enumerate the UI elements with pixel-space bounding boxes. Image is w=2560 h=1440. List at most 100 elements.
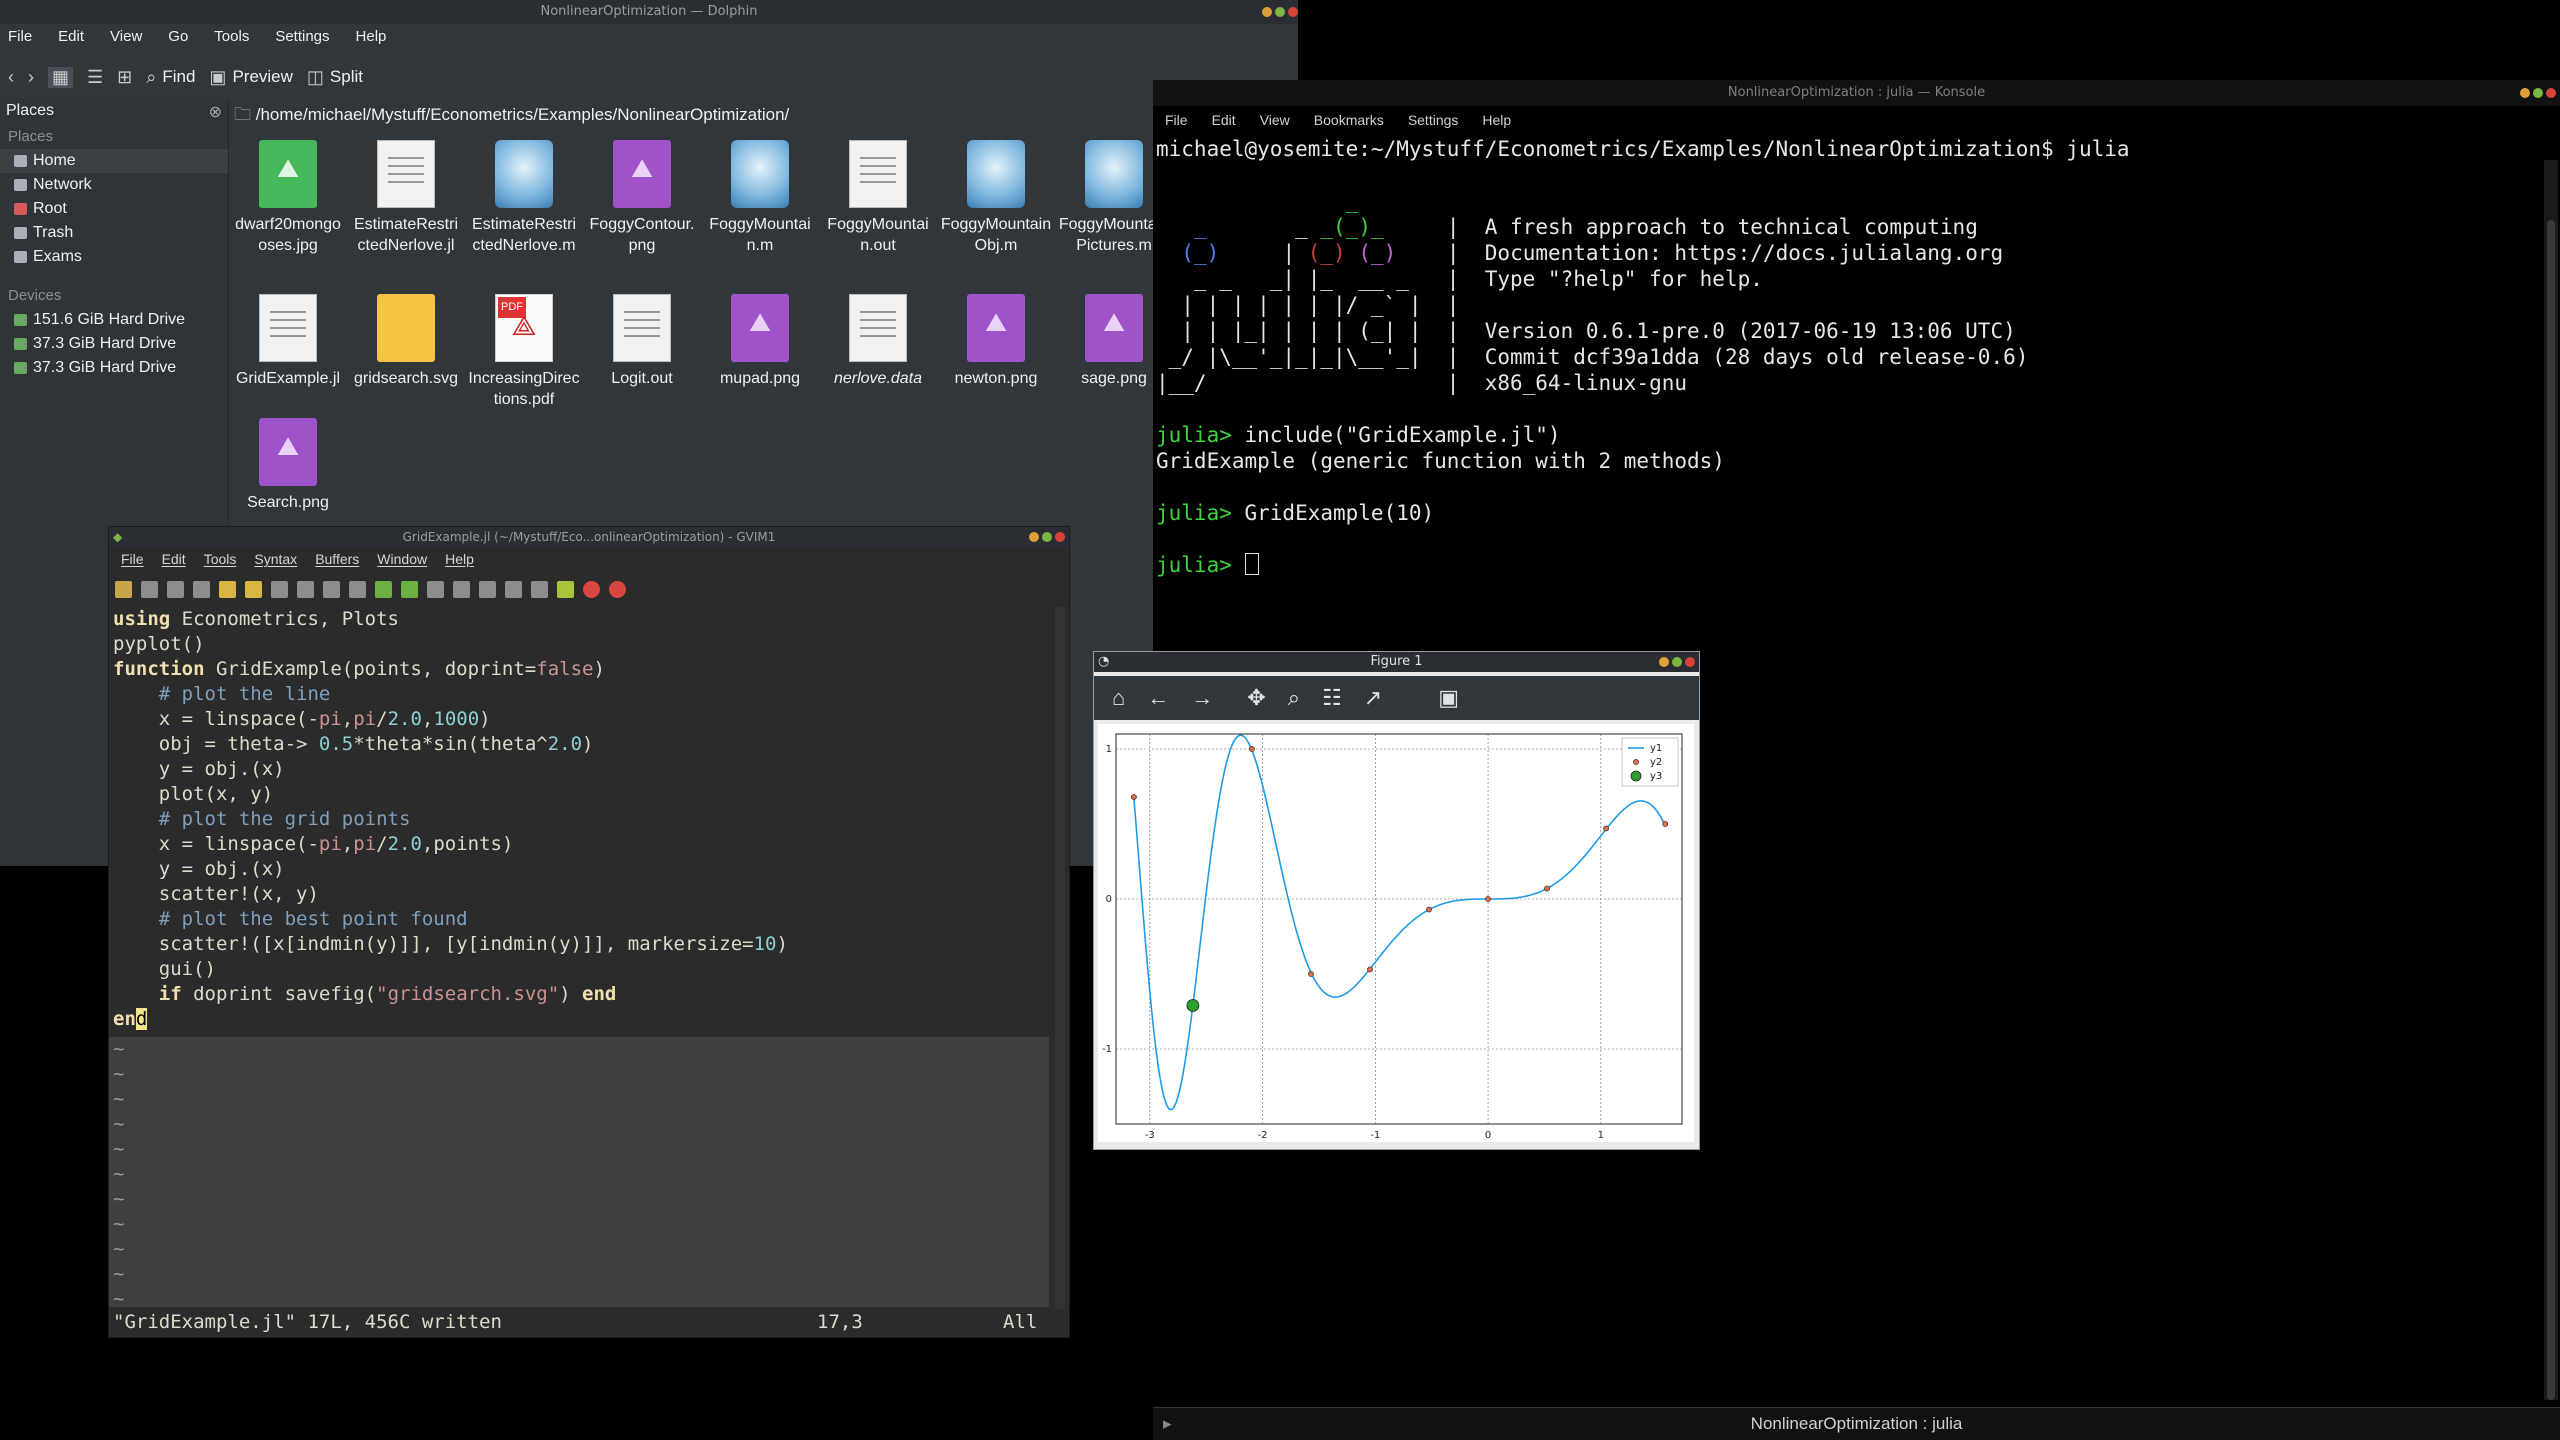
- copy-icon[interactable]: [297, 580, 314, 598]
- file-item[interactable]: mupad.png: [704, 294, 816, 389]
- file-item[interactable]: nerlove.data: [822, 294, 934, 389]
- help-icon[interactable]: [583, 580, 600, 598]
- close-panel-icon[interactable]: ⊗: [209, 102, 222, 122]
- editor-scrollbar[interactable]: [1055, 607, 1065, 1309]
- find-next-icon[interactable]: [375, 580, 392, 598]
- terminal-scrollbar[interactable]: [2544, 160, 2558, 1400]
- details-view-icon[interactable]: ⊞: [117, 67, 132, 88]
- gvim-titlebar[interactable]: ◆ GridExample.jl (~/Mystuff/Eco...online…: [109, 527, 1069, 547]
- menu-file[interactable]: File: [121, 551, 144, 567]
- save-all-icon[interactable]: [167, 580, 184, 598]
- file-item[interactable]: gridsearch.svg: [350, 294, 462, 389]
- terminal-output[interactable]: michael@yosemite:~/Mystuff/Econometrics/…: [1156, 136, 2540, 578]
- minimize-icon[interactable]: [1029, 532, 1039, 542]
- menu-tools[interactable]: Tools: [204, 551, 237, 567]
- back-icon[interactable]: ‹: [8, 67, 14, 88]
- menu-window[interactable]: Window: [377, 551, 427, 567]
- maximize-icon[interactable]: [1672, 657, 1682, 667]
- icons-view-icon[interactable]: ▦: [48, 66, 74, 88]
- find-button[interactable]: ⌕ Find: [146, 67, 195, 88]
- run-script-icon[interactable]: [479, 580, 496, 598]
- compact-view-icon[interactable]: ☰: [87, 67, 103, 88]
- menu-syntax[interactable]: Syntax: [254, 551, 297, 567]
- shell-icon[interactable]: [531, 580, 548, 598]
- file-item[interactable]: FoggyMountain.out: [822, 140, 934, 256]
- file-item[interactable]: FoggyMountainObj.m: [940, 140, 1052, 256]
- maximize-icon[interactable]: [1275, 7, 1285, 17]
- find-help-icon[interactable]: [609, 580, 626, 598]
- split-button[interactable]: ◫ Split: [307, 67, 363, 88]
- close-icon[interactable]: [1055, 532, 1065, 542]
- open-icon[interactable]: [115, 580, 132, 598]
- places-item-exams[interactable]: Exams: [0, 245, 228, 269]
- close-icon[interactable]: [2546, 88, 2556, 98]
- menu-file[interactable]: File: [8, 28, 32, 45]
- plot-canvas[interactable]: -3 -2 -1 0 1 -1 0 1 y1 y2 y3: [1098, 724, 1694, 1142]
- load-session-icon[interactable]: [427, 580, 444, 598]
- minimize-icon[interactable]: [1262, 7, 1272, 17]
- menu-bookmarks[interactable]: Bookmarks: [1314, 112, 1384, 128]
- konsole-titlebar[interactable]: NonlinearOptimization : julia — Konsole: [1153, 80, 2560, 106]
- forward-icon[interactable]: ›: [28, 67, 34, 88]
- menu-edit[interactable]: Edit: [162, 551, 186, 567]
- menu-settings[interactable]: Settings: [275, 28, 329, 45]
- save-session-icon[interactable]: [453, 580, 470, 598]
- file-item[interactable]: GridExample.jl: [232, 294, 344, 389]
- menu-edit[interactable]: Edit: [1212, 112, 1236, 128]
- menu-buffers[interactable]: Buffers: [315, 551, 359, 567]
- file-item[interactable]: EstimateRestrictedNerlove.m: [468, 140, 580, 256]
- file-item[interactable]: FoggyContour.png: [586, 140, 698, 256]
- forward-arrow-icon[interactable]: →: [1191, 685, 1213, 711]
- minimize-icon[interactable]: [2520, 88, 2530, 98]
- configure-subplots-icon[interactable]: ☷: [1322, 685, 1342, 711]
- tags-icon[interactable]: [557, 580, 574, 598]
- replace-icon[interactable]: [349, 580, 366, 598]
- minimize-icon[interactable]: [1659, 657, 1669, 667]
- edit-axis-icon[interactable]: ↗: [1364, 685, 1382, 711]
- home-icon[interactable]: ⌂: [1112, 685, 1125, 711]
- menu-help[interactable]: Help: [356, 28, 387, 45]
- places-item-network[interactable]: Network: [0, 173, 228, 197]
- menu-view[interactable]: View: [1260, 112, 1290, 128]
- save-icon[interactable]: ▣: [1438, 685, 1459, 711]
- menu-file[interactable]: File: [1165, 112, 1188, 128]
- location-bar[interactable]: 🗀 /home/michael/Mystuff/Econometrics/Exa…: [234, 102, 1298, 128]
- undo-icon[interactable]: [219, 580, 236, 598]
- dolphin-titlebar[interactable]: NonlinearOptimization — Dolphin: [0, 0, 1298, 24]
- menu-settings[interactable]: Settings: [1408, 112, 1459, 128]
- save-icon[interactable]: [141, 580, 158, 598]
- make-icon[interactable]: [505, 580, 522, 598]
- paste-icon[interactable]: [323, 580, 340, 598]
- print-icon[interactable]: [193, 580, 210, 598]
- device-item[interactable]: 37.3 GiB Hard Drive: [0, 356, 228, 380]
- preview-button[interactable]: ▣ Preview: [209, 67, 292, 88]
- maximize-icon[interactable]: [1042, 532, 1052, 542]
- zoom-icon[interactable]: ⌕: [1288, 685, 1300, 711]
- redo-icon[interactable]: [245, 580, 262, 598]
- menu-go[interactable]: Go: [168, 28, 188, 45]
- menu-view[interactable]: View: [110, 28, 142, 45]
- menu-help[interactable]: Help: [445, 551, 474, 567]
- menu-tools[interactable]: Tools: [214, 28, 249, 45]
- device-item[interactable]: 151.6 GiB Hard Drive: [0, 308, 228, 332]
- file-item[interactable]: IncreasingDirections.pdf: [468, 294, 580, 410]
- pan-icon[interactable]: ✥: [1247, 685, 1265, 711]
- maximize-icon[interactable]: [2533, 88, 2543, 98]
- places-item-home[interactable]: Home: [0, 149, 228, 173]
- editor-buffer[interactable]: using Econometrics, Plots pyplot() funct…: [113, 607, 1049, 1032]
- file-item[interactable]: newton.png: [940, 294, 1052, 389]
- cut-icon[interactable]: [271, 580, 288, 598]
- menu-help[interactable]: Help: [1482, 112, 1511, 128]
- file-item[interactable]: Logit.out: [586, 294, 698, 389]
- figure-titlebar[interactable]: ◔ Figure 1: [1094, 652, 1699, 672]
- konsole-tab[interactable]: ▸ NonlinearOptimization : julia: [1153, 1407, 2560, 1440]
- close-icon[interactable]: [1685, 657, 1695, 667]
- file-item[interactable]: Search.png: [232, 418, 344, 513]
- menu-edit[interactable]: Edit: [58, 28, 84, 45]
- close-icon[interactable]: [1288, 7, 1298, 17]
- find-prev-icon[interactable]: [401, 580, 418, 598]
- places-item-root[interactable]: Root: [0, 197, 228, 221]
- file-item[interactable]: EstimateRestrictedNerlove.jl: [350, 140, 462, 256]
- device-item[interactable]: 37.3 GiB Hard Drive: [0, 332, 228, 356]
- file-item[interactable]: FoggyMountain.m: [704, 140, 816, 256]
